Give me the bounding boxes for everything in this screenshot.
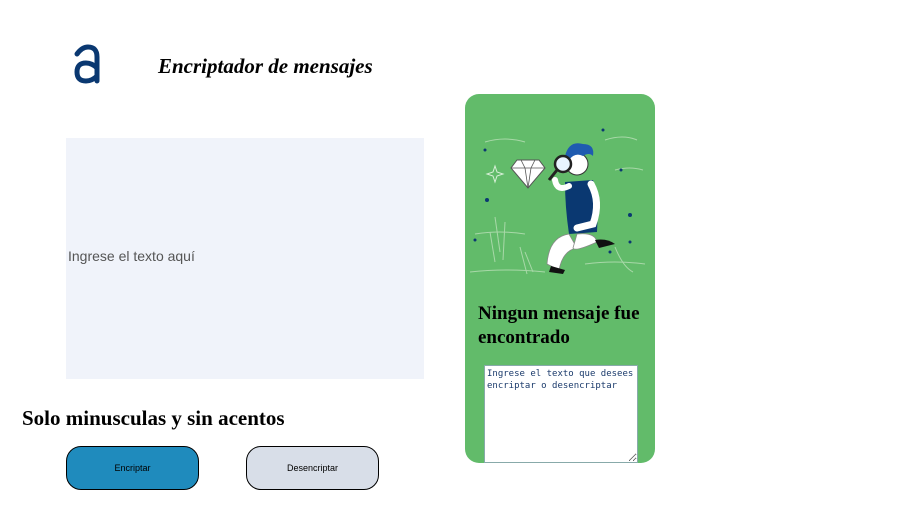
message-input[interactable]: [66, 138, 424, 379]
person-with-magnifying-glass-icon: [469, 128, 646, 275]
encrypt-button[interactable]: Encriptar: [66, 446, 199, 490]
alura-logo-icon: [74, 44, 100, 84]
input-hint: Solo minusculas y sin acentos: [22, 406, 285, 430]
no-message-title: Ningun mensaje fue encontrado: [478, 303, 640, 348]
decrypt-button[interactable]: Desencriptar: [246, 446, 379, 490]
app-title: Encriptador de mensajes: [158, 54, 373, 78]
result-output[interactable]: [484, 365, 638, 463]
